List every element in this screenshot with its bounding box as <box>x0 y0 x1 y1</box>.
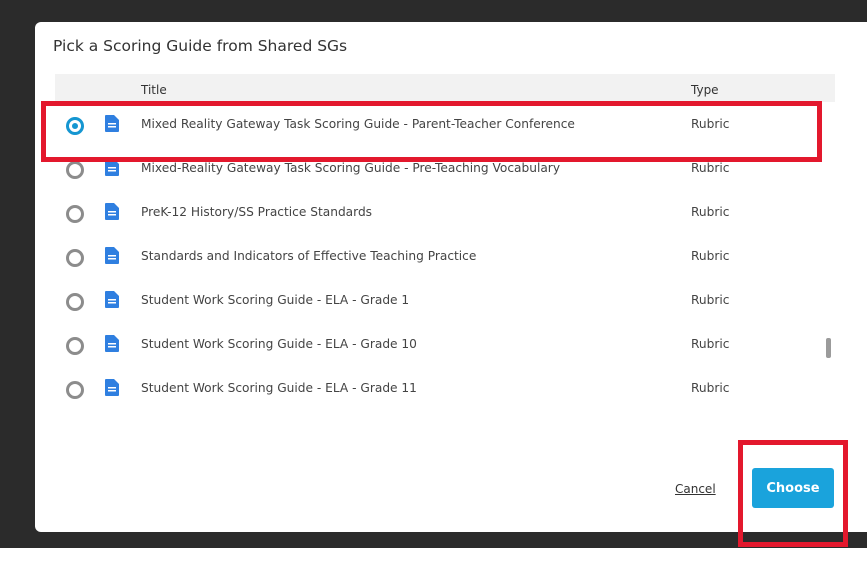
row-title: PreK-12 History/SS Practice Standards <box>141 205 373 219</box>
scrollbar-thumb[interactable] <box>826 338 831 358</box>
radio-button[interactable] <box>66 337 84 355</box>
column-header-title: Title <box>141 83 167 97</box>
document-icon <box>105 115 119 132</box>
radio-button[interactable] <box>66 161 84 179</box>
row-title: Mixed Reality Gateway Task Scoring Guide… <box>141 117 575 131</box>
choose-button[interactable]: Choose <box>752 468 834 508</box>
document-icon <box>105 203 119 220</box>
document-icon <box>105 335 119 352</box>
table-row[interactable]: Mixed Reality Gateway Task Scoring Guide… <box>55 102 835 146</box>
row-type: Rubric <box>691 161 730 175</box>
dialog-title: Pick a Scoring Guide from Shared SGs <box>53 37 348 55</box>
document-icon <box>105 379 119 396</box>
table-header: Title Type <box>55 74 835 102</box>
scoring-guide-dialog: Pick a Scoring Guide from Shared SGs Tit… <box>35 22 867 547</box>
radio-button[interactable] <box>66 381 84 399</box>
row-type: Rubric <box>691 381 730 395</box>
table-row[interactable]: Mixed-Reality Gateway Task Scoring Guide… <box>55 146 835 190</box>
row-type: Rubric <box>691 117 730 131</box>
page-background <box>0 548 867 565</box>
table-row[interactable]: Standards and Indicators of Effective Te… <box>55 234 835 278</box>
row-type: Rubric <box>691 293 730 307</box>
document-icon <box>105 159 119 176</box>
row-title: Mixed-Reality Gateway Task Scoring Guide… <box>141 161 561 175</box>
row-title: Student Work Scoring Guide - ELA - Grade… <box>141 381 417 395</box>
scoring-guide-table: Title Type Mixed Reality Gateway Task Sc… <box>55 74 835 410</box>
radio-button[interactable] <box>66 249 84 267</box>
document-icon <box>105 247 119 264</box>
radio-button[interactable] <box>66 205 84 223</box>
table-row[interactable]: PreK-12 History/SS Practice Standards Ru… <box>55 190 835 234</box>
row-title: Standards and Indicators of Effective Te… <box>141 249 477 263</box>
row-title: Student Work Scoring Guide - ELA - Grade… <box>141 293 410 307</box>
column-header-type: Type <box>691 83 719 97</box>
radio-button-selected[interactable] <box>66 117 84 135</box>
table-row[interactable]: Student Work Scoring Guide - ELA - Grade… <box>55 278 835 322</box>
table-row[interactable]: Student Work Scoring Guide - ELA - Grade… <box>55 366 835 410</box>
cancel-link[interactable]: Cancel <box>675 482 716 496</box>
row-type: Rubric <box>691 249 730 263</box>
row-type: Rubric <box>691 337 730 351</box>
document-icon <box>105 291 119 308</box>
table-row[interactable]: Student Work Scoring Guide - ELA - Grade… <box>55 322 835 366</box>
row-type: Rubric <box>691 205 730 219</box>
row-title: Student Work Scoring Guide - ELA - Grade… <box>141 337 417 351</box>
radio-button[interactable] <box>66 293 84 311</box>
